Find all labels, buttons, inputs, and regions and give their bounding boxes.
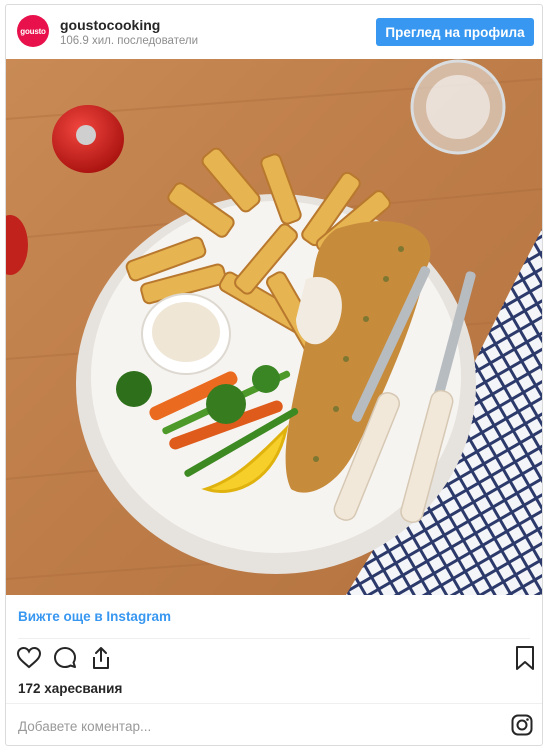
instagram-logo-icon[interactable] <box>511 714 533 736</box>
post-header: gousto gousto​cooking 106.9 хил. последо… <box>6 5 542 59</box>
comment-input[interactable] <box>18 716 488 736</box>
bookmark-icon[interactable] <box>512 645 538 671</box>
food-photo <box>6 59 542 595</box>
username[interactable]: gousto​cooking <box>60 17 160 33</box>
action-bar <box>6 645 542 675</box>
instagram-embed-card: gousto gousto​cooking 106.9 хил. последо… <box>5 4 543 746</box>
like-count[interactable]: 172 харесвания <box>18 681 122 696</box>
follower-count: 106.9 хил. последователи <box>60 35 198 47</box>
divider <box>18 638 530 639</box>
heart-icon[interactable] <box>16 645 42 671</box>
avatar[interactable]: gousto <box>17 15 49 47</box>
divider <box>6 703 542 704</box>
post-image[interactable] <box>6 59 542 595</box>
comment-bubble-icon[interactable] <box>52 645 78 671</box>
view-profile-button[interactable]: Преглед на профила <box>376 18 534 46</box>
avatar-logo-text: gousto <box>20 26 46 36</box>
share-icon[interactable] <box>88 645 114 671</box>
view-more-on-instagram-link[interactable]: Вижте още в Instagram <box>18 609 171 624</box>
